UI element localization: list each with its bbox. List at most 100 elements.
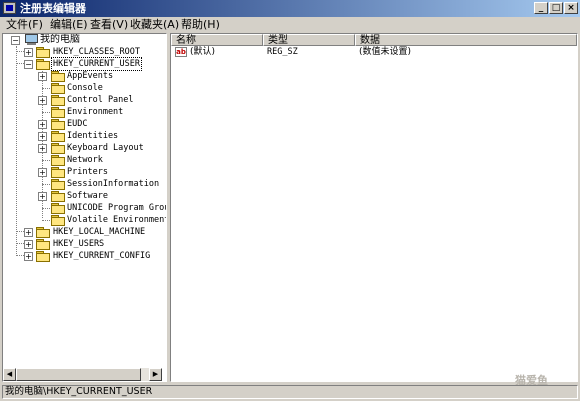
- expand-icon[interactable]: +: [24, 240, 33, 249]
- tree-item-label: Printers: [67, 167, 108, 177]
- tree-item-label: AppEvents: [67, 71, 114, 81]
- tree-item-label: Identities: [67, 131, 119, 141]
- tree-item-appevents[interactable]: + AppEvents: [3, 70, 163, 82]
- folder-icon: [51, 155, 65, 166]
- tree-item-label: Console: [67, 83, 103, 93]
- expand-icon[interactable]: +: [24, 252, 33, 261]
- tree-item-keyboard-layout[interactable]: + Keyboard Layout: [3, 142, 163, 154]
- tree-item-eudc[interactable]: + EUDC: [3, 118, 163, 130]
- expand-icon[interactable]: +: [38, 144, 47, 153]
- collapse-icon[interactable]: −: [11, 36, 20, 45]
- column-header-type[interactable]: 类型: [263, 34, 355, 46]
- expand-icon[interactable]: +: [38, 168, 47, 177]
- registry-tree[interactable]: − 我的电脑 + HKEY_CLASSES_ROOT − HKEY_CURREN…: [2, 33, 167, 382]
- folder-icon: [51, 107, 65, 118]
- tree-item-label-selected: HKEY_CURRENT_USER: [51, 57, 142, 71]
- tree-item-hku[interactable]: + HKEY_USERS: [3, 238, 163, 250]
- scroll-right-arrow-icon[interactable]: ▶: [149, 368, 162, 381]
- tree-item-environment[interactable]: Environment: [3, 106, 163, 118]
- tree-line: [42, 184, 50, 185]
- tree-line: [42, 208, 50, 209]
- tree-item-hkcu[interactable]: − HKEY_CURRENT_USER: [3, 57, 163, 71]
- title-bar[interactable]: 注册表编辑器 _ □ ×: [0, 0, 580, 17]
- string-value-icon: ab: [175, 47, 187, 57]
- menu-help[interactable]: 帮助(H): [181, 17, 220, 33]
- expand-icon[interactable]: +: [38, 96, 47, 105]
- menu-bar: 文件(F) 编辑(E) 查看(V) 收藏夹(A) 帮助(H): [0, 17, 580, 33]
- tree-item-label: UNICODE Program Groups: [67, 203, 166, 213]
- close-button[interactable]: ×: [564, 2, 578, 14]
- tree-item-control-panel[interactable]: + Control Panel: [3, 94, 163, 106]
- menu-favorites[interactable]: 收藏夹(A): [130, 17, 179, 33]
- folder-icon: [51, 191, 65, 202]
- tree-item-label: HKEY_LOCAL_MACHINE: [53, 227, 146, 237]
- folder-icon: [51, 167, 65, 178]
- tree-item-volatile-environment[interactable]: Volatile Environment: [3, 214, 166, 226]
- tree-item-printers[interactable]: + Printers: [3, 166, 163, 178]
- value-row[interactable]: ab (默认) REG_SZ (数值未设置): [173, 46, 573, 58]
- tree-item-network[interactable]: Network: [3, 154, 163, 166]
- scroll-left-arrow-icon[interactable]: ◀: [3, 368, 16, 381]
- open-folder-icon: [36, 59, 50, 70]
- tree-line: [42, 220, 50, 221]
- tree-item-identities[interactable]: + Identities: [3, 130, 163, 142]
- expand-icon[interactable]: +: [38, 72, 47, 81]
- regedit-app-icon[interactable]: [3, 2, 16, 14]
- expand-icon[interactable]: +: [38, 132, 47, 141]
- minimize-button[interactable]: _: [534, 2, 548, 14]
- value-name: (默认): [190, 47, 216, 57]
- tree-horizontal-scrollbar[interactable]: ◀ ▶: [3, 368, 162, 381]
- tree-item-label: Software: [67, 191, 108, 201]
- computer-icon: [24, 34, 38, 45]
- folder-icon: [36, 227, 50, 238]
- expand-icon[interactable]: +: [24, 48, 33, 57]
- value-type: REG_SZ: [267, 47, 298, 57]
- folder-icon: [36, 251, 50, 262]
- menu-view[interactable]: 查看(V): [90, 17, 128, 33]
- tree-item-console[interactable]: Console: [3, 82, 163, 94]
- folder-icon: [51, 119, 65, 130]
- tree-item-sessioninformation[interactable]: SessionInformation: [3, 178, 163, 190]
- folder-icon: [51, 71, 65, 82]
- folder-icon: [36, 239, 50, 250]
- tree-item-label: Volatile Environment: [67, 215, 167, 225]
- tree-item-label: Control Panel: [67, 95, 134, 105]
- window-title: 注册表编辑器: [20, 2, 86, 15]
- column-header-name[interactable]: 名称: [171, 34, 263, 46]
- column-header-data[interactable]: 数据: [355, 34, 577, 46]
- tree-line: [42, 88, 50, 89]
- tree-line: [42, 112, 50, 113]
- status-bar: 我的电脑\HKEY_CURRENT_USER: [0, 383, 580, 401]
- tree-item-label: Keyboard Layout: [67, 143, 144, 153]
- tree-line: [42, 160, 50, 161]
- folder-icon: [51, 131, 65, 142]
- folder-icon: [51, 215, 65, 226]
- folder-icon: [36, 47, 50, 58]
- tree-item-hklm[interactable]: + HKEY_LOCAL_MACHINE: [3, 226, 163, 238]
- maximize-button[interactable]: □: [549, 2, 563, 14]
- tree-item-label: Environment: [67, 107, 124, 117]
- tree-root-label: 我的电脑: [40, 34, 80, 45]
- expand-icon[interactable]: +: [24, 228, 33, 237]
- folder-icon: [51, 179, 65, 190]
- tree-item-label: HKEY_CLASSES_ROOT: [53, 47, 140, 57]
- tree-item-software[interactable]: + Software: [3, 190, 163, 202]
- folder-icon: [51, 143, 65, 154]
- tree-item-label: HKEY_USERS: [53, 239, 105, 249]
- expand-icon[interactable]: +: [38, 120, 47, 129]
- tree-item-label: Network: [67, 155, 103, 165]
- tree-item-unicode-program-groups[interactable]: UNICODE Program Groups: [3, 202, 166, 214]
- tree-item-hkcr[interactable]: + HKEY_CLASSES_ROOT: [3, 46, 163, 58]
- status-path: 我的电脑\HKEY_CURRENT_USER: [2, 385, 578, 399]
- tree-item-hkcc[interactable]: + HKEY_CURRENT_CONFIG: [3, 250, 163, 262]
- registry-values-list[interactable]: 名称 类型 数据 ab (默认) REG_SZ (数值未设置): [170, 33, 578, 382]
- folder-icon: [51, 203, 65, 214]
- scroll-thumb[interactable]: [16, 368, 141, 381]
- tree-root[interactable]: − 我的电脑: [3, 34, 163, 46]
- menu-edit[interactable]: 编辑(E): [50, 17, 88, 33]
- collapse-icon[interactable]: −: [24, 60, 33, 69]
- expand-icon[interactable]: +: [38, 192, 47, 201]
- tree-item-label: HKEY_CURRENT_CONFIG: [53, 251, 151, 261]
- tree-item-label: SessionInformation: [67, 179, 160, 189]
- menu-file[interactable]: 文件(F): [6, 17, 43, 33]
